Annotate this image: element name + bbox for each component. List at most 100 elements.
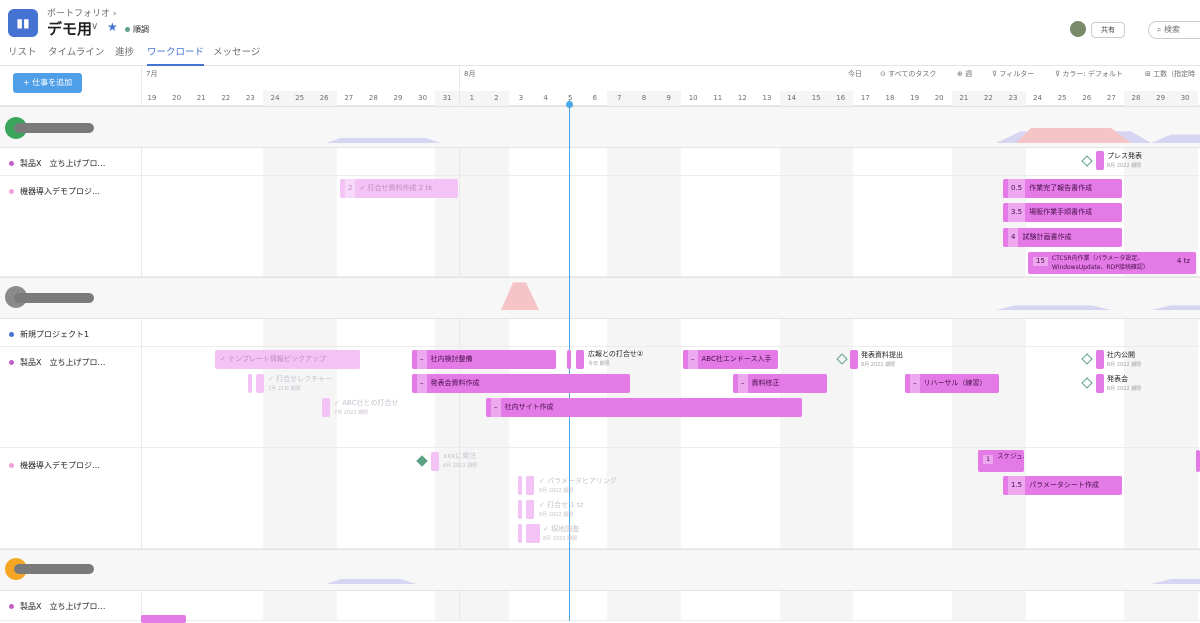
tab-messages[interactable]: メッセージ bbox=[213, 44, 260, 58]
task-bar[interactable] bbox=[567, 350, 571, 369]
task-bar[interactable]: – 資料修正 bbox=[733, 374, 827, 393]
task-bar[interactable] bbox=[256, 374, 264, 393]
week-button[interactable]: ⊕ 週 bbox=[957, 69, 972, 79]
task-label[interactable]: ✓ 打合せ 1 tz 8月 2022 期限 bbox=[539, 501, 583, 520]
day-number: 9 bbox=[666, 94, 671, 102]
project-label[interactable]: 新規プロジェクト1 bbox=[9, 329, 89, 340]
add-work-button[interactable]: + 仕事を追加 bbox=[13, 73, 82, 93]
task-bar[interactable] bbox=[518, 476, 522, 495]
task-bar[interactable]: – 発表会資料作成 bbox=[412, 374, 630, 393]
task-label[interactable]: 発表会 8月 2022 期限 bbox=[1107, 375, 1141, 394]
task-bar[interactable] bbox=[1196, 450, 1200, 472]
project-label[interactable]: 機器導入デモプロジ… bbox=[9, 186, 100, 197]
project-label[interactable]: 機器導入デモプロジ… bbox=[9, 460, 100, 471]
workload-chart bbox=[501, 282, 1200, 310]
task-bar[interactable]: 1.5 パラメータシート作成 bbox=[1003, 476, 1122, 495]
task-bar[interactable] bbox=[518, 524, 522, 543]
project-color-dot bbox=[9, 604, 14, 609]
task-label[interactable]: 発表資料提出 8月 2022 期限 bbox=[861, 351, 903, 370]
search-icon: ⌕ bbox=[1157, 25, 1162, 34]
day-number: 15 bbox=[811, 94, 821, 102]
day-number: 3 bbox=[518, 94, 524, 102]
project-row: 製品X 立ち上げプロ… bbox=[0, 148, 1200, 176]
day-number: 4 bbox=[543, 94, 548, 102]
task-bar[interactable]: 15 CTCSR内作業（パラメータ設定、WindowsUpdate、RDP接続確認… bbox=[1028, 252, 1196, 274]
workload-chart bbox=[326, 128, 1200, 143]
day-number: 10 bbox=[688, 94, 698, 102]
task-bar[interactable] bbox=[1096, 374, 1104, 393]
color-button[interactable]: ⊽ カラー: デフォルト bbox=[1055, 69, 1123, 79]
task-label[interactable]: ✓ 打合せレクチャー 7月 21日 期限 bbox=[268, 375, 332, 394]
project-color-dot bbox=[9, 161, 14, 166]
task-label[interactable]: プレス発表 8月 2022 期限 bbox=[1107, 152, 1142, 171]
project-label[interactable]: 製品X 立ち上げプロ… bbox=[9, 158, 105, 169]
day-number: 28 bbox=[368, 94, 378, 102]
task-bar[interactable] bbox=[1096, 151, 1104, 170]
task-bar[interactable]: 3.5 場販作業手順書作成 bbox=[1003, 203, 1122, 222]
task-label[interactable]: 広報との打合せ② 今日 期限 bbox=[588, 350, 643, 369]
task-bar[interactable]: 0.5 作業完了報告書作成 bbox=[1003, 179, 1122, 198]
project-name: 製品X 立ち上げプロ… bbox=[20, 159, 106, 168]
task-bar[interactable] bbox=[322, 398, 330, 417]
task-bar[interactable] bbox=[1096, 350, 1104, 369]
task-bar[interactable] bbox=[526, 500, 534, 519]
day-number: 16 bbox=[836, 94, 846, 102]
page-title[interactable]: デモ用 bbox=[47, 18, 92, 39]
day-number: 19 bbox=[147, 94, 157, 102]
project-header: ▮▮ ポートフォリオ › デモ用 ∨ ★ 順調 リスト タイムライン 進捗 ワー… bbox=[0, 0, 1200, 66]
task-bar[interactable] bbox=[526, 524, 540, 543]
avatar[interactable] bbox=[1070, 21, 1086, 37]
chevron-down-icon[interactable]: ∨ bbox=[91, 21, 98, 32]
day-number: 27 bbox=[344, 94, 354, 102]
day-number: 25 bbox=[1057, 94, 1067, 102]
effort-button[interactable]: ⊞ 工数（指定時 bbox=[1145, 69, 1195, 79]
search-input[interactable]: ⌕ 検索 bbox=[1148, 21, 1200, 39]
tab-progress[interactable]: 進捗 bbox=[115, 44, 134, 58]
task-bar[interactable] bbox=[526, 476, 534, 495]
project-name: 機器導入デモプロジ… bbox=[20, 187, 100, 196]
tab-list[interactable]: リスト bbox=[8, 44, 37, 58]
assignee-name-redacted bbox=[14, 293, 94, 303]
task-bar[interactable]: 4 試験計画書作成 bbox=[1003, 228, 1122, 247]
all-tasks-button[interactable]: ⊙ すべてのタスク bbox=[880, 69, 936, 79]
day-number: 26 bbox=[1082, 94, 1092, 102]
project-label[interactable]: 製品X 立ち上げプロ… bbox=[9, 357, 105, 368]
assignee-group-header bbox=[0, 106, 1200, 148]
task-bar[interactable] bbox=[248, 374, 252, 393]
tab-workload[interactable]: ワークロード bbox=[147, 44, 205, 66]
day-number: 12 bbox=[737, 94, 747, 102]
task-label[interactable]: ✓ 現地調査 8月 2022 期限 bbox=[543, 525, 579, 544]
task-label[interactable]: ✓ パラメータヒアリング 8月 2022 期限 bbox=[539, 477, 617, 496]
task-bar[interactable]: 2 ✓ 打合せ資料作成 2 tk bbox=[340, 179, 458, 198]
today-button[interactable]: 今日 bbox=[848, 69, 862, 79]
workload-overload-area bbox=[1016, 128, 1131, 143]
status-badge[interactable]: 順調 bbox=[125, 24, 149, 35]
task-bar[interactable] bbox=[431, 452, 439, 471]
task-bar[interactable]: 1スケジュ… bbox=[978, 450, 1024, 472]
task-bar[interactable]: – リハーサル（練習） bbox=[905, 374, 999, 393]
task-label[interactable]: xxxに発注 8月 2022 期限 bbox=[443, 452, 477, 471]
task-bar[interactable]: – ABC社エンドース入手 bbox=[683, 350, 778, 369]
day-number: 18 bbox=[885, 94, 895, 102]
share-button[interactable]: 共有 bbox=[1091, 22, 1125, 38]
task-bar[interactable] bbox=[141, 615, 186, 623]
task-bar[interactable] bbox=[518, 500, 522, 519]
project-color-dot bbox=[9, 189, 14, 194]
day-number: 21 bbox=[959, 94, 969, 102]
star-icon[interactable]: ★ bbox=[107, 20, 118, 34]
task-label[interactable]: 社内公開 8月 2022 期限 bbox=[1107, 351, 1141, 370]
filter-button[interactable]: ⊽ フィルター bbox=[992, 69, 1034, 79]
assignee-group-header bbox=[0, 277, 1200, 319]
month-label-august: 8月 bbox=[464, 70, 476, 78]
task-bar[interactable]: – 社内検討整備 bbox=[412, 350, 556, 369]
project-color-dot bbox=[9, 463, 14, 468]
task-label[interactable]: ✓ ABC社との打合せ 7月 2022 期限 bbox=[334, 399, 398, 418]
task-bar[interactable] bbox=[576, 350, 584, 369]
day-number: 24 bbox=[1033, 94, 1043, 102]
tab-timeline[interactable]: タイムライン bbox=[48, 44, 104, 58]
task-bar[interactable]: ✓ テンプレート情報ピックアップ bbox=[215, 350, 360, 369]
task-bar[interactable]: – 社内サイト作成 bbox=[486, 398, 802, 417]
project-label[interactable]: 製品X 立ち上げプロ… bbox=[9, 601, 105, 612]
day-number: 24 bbox=[270, 94, 280, 102]
task-bar[interactable] bbox=[850, 350, 858, 369]
